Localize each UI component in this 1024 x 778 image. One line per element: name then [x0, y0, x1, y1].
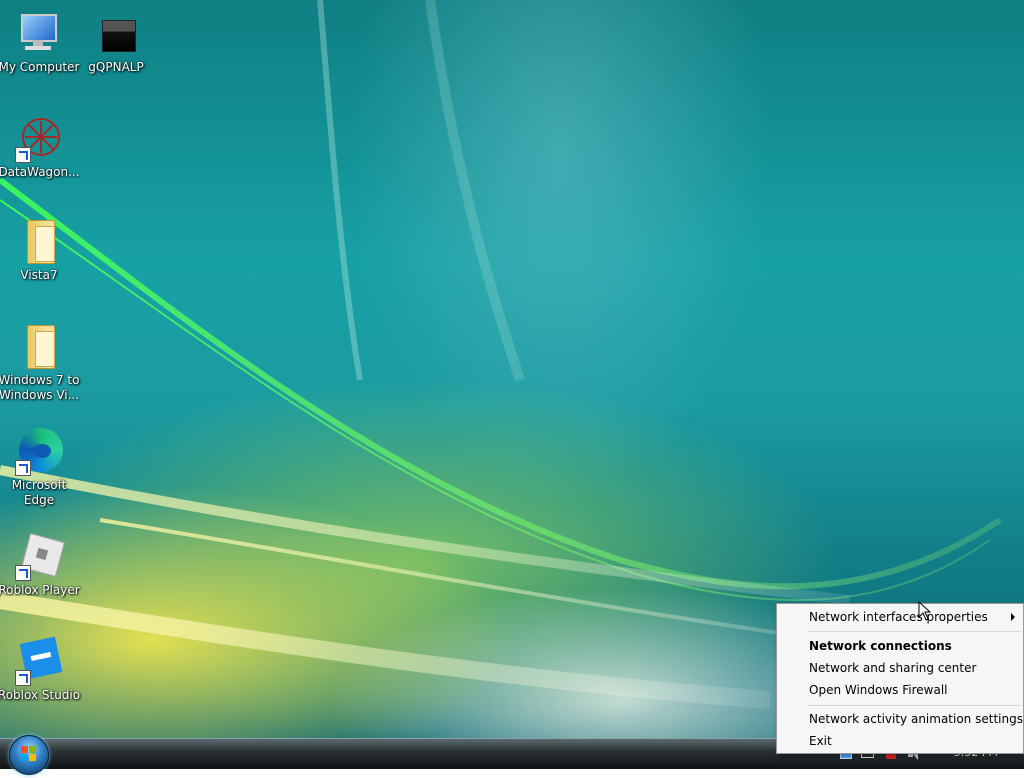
folder-icon	[15, 323, 63, 371]
roblox-studio-icon	[15, 636, 63, 686]
desktop-icon-gqpnalp[interactable]: gQPNALP	[74, 10, 158, 75]
desktop-icon-microsoft-edge[interactable]: Microsoft Edge	[0, 428, 81, 508]
folder-icon	[15, 218, 63, 266]
menu-item-label: Network connections	[809, 639, 952, 653]
menu-separator	[807, 705, 1021, 706]
menu-item-network-connections[interactable]: Network connections	[777, 636, 1023, 657]
icon-label: Roblox Player	[0, 583, 80, 597]
icon-label: DataWagon...	[0, 165, 80, 179]
computer-icon	[15, 10, 63, 58]
menu-item-label: Network activity animation settings	[809, 712, 1023, 726]
windows-logo-icon	[21, 746, 36, 761]
submenu-arrow-icon	[1011, 613, 1015, 621]
menu-item-label: Open Windows Firewall	[809, 683, 948, 697]
desktop-icon-my-computer[interactable]: My Computer	[0, 10, 81, 75]
desktop-icon-windows7-to-vista[interactable]: Windows 7 to Windows Vi...	[0, 323, 81, 403]
menu-item-label: Exit	[809, 734, 832, 748]
icon-label: Microsoft Edge	[11, 478, 67, 507]
icon-label: My Computer	[0, 60, 80, 74]
icon-label: gQPNALP	[88, 60, 144, 74]
icon-label: Windows 7 to Windows Vi...	[0, 373, 80, 402]
menu-item-network-activity-animation-settings[interactable]: Network activity animation settings	[777, 709, 1023, 730]
shortcut-arrow-icon	[15, 460, 31, 476]
datawagon-icon	[15, 115, 63, 163]
mouse-cursor-icon	[918, 601, 932, 621]
desktop-icon-roblox-studio[interactable]: Roblox Studio	[0, 636, 81, 703]
desktop-icon-roblox-player[interactable]: Roblox Player	[0, 532, 81, 598]
desktop-icon-datawagon[interactable]: DataWagon...	[0, 115, 81, 180]
menu-item-network-and-sharing-center[interactable]: Network and sharing center	[777, 658, 1023, 679]
network-context-menu: Network interfaces properties Network co…	[776, 603, 1024, 754]
start-button[interactable]	[9, 735, 49, 775]
menu-item-network-interfaces-properties[interactable]: Network interfaces properties	[777, 607, 1023, 628]
icon-label: Roblox Studio	[0, 688, 81, 702]
desktop-icon-vista7[interactable]: Vista7	[0, 218, 81, 283]
roblox-player-icon	[15, 532, 66, 581]
menu-item-label: Network interfaces properties	[809, 610, 988, 624]
icon-label: Vista7	[20, 268, 58, 282]
menu-item-exit[interactable]: Exit	[777, 731, 1023, 752]
window-icon	[92, 10, 140, 58]
edge-icon	[15, 428, 63, 476]
shortcut-arrow-icon	[15, 147, 31, 163]
menu-separator	[807, 631, 1021, 632]
shortcut-arrow-icon	[15, 670, 31, 686]
menu-item-open-windows-firewall[interactable]: Open Windows Firewall	[777, 680, 1023, 701]
shortcut-arrow-icon	[15, 565, 31, 581]
menu-item-label: Network and sharing center	[809, 661, 977, 675]
